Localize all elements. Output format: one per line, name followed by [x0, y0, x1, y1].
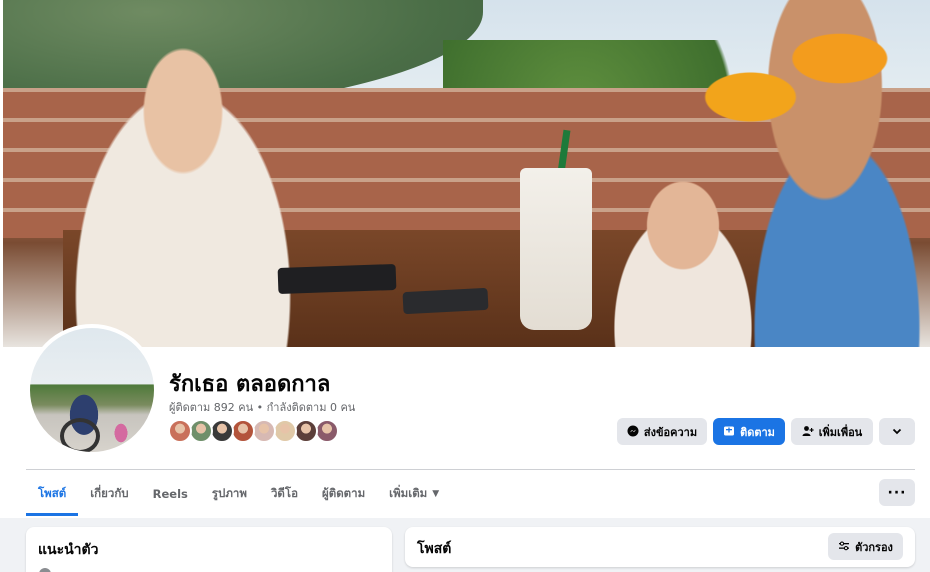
follower-avatar[interactable] — [189, 419, 213, 443]
cover-cup — [520, 168, 592, 330]
cover-sunglasses — [703, 20, 893, 130]
tabs-more-button[interactable]: ··· — [879, 479, 915, 506]
follow-label: ติดตาม — [740, 425, 775, 439]
follower-avatar[interactable] — [210, 419, 234, 443]
message-label: ส่งข้อความ — [643, 425, 698, 439]
header-divider — [26, 469, 915, 470]
filter-icon — [838, 540, 850, 554]
add-friend-label: เพิ่มเพื่อน — [818, 425, 863, 439]
profile-avatar[interactable] — [26, 324, 158, 456]
follower-count[interactable]: ผู้ติดตาม 892 คน • กำลังติดตาม 0 คน — [169, 398, 355, 416]
tab-1[interactable]: เกี่ยวกับ — [78, 472, 140, 516]
cover-phone — [402, 287, 489, 315]
intro-card: แนะนำตัว — [26, 527, 392, 572]
add-friend-icon — [802, 425, 814, 439]
tab-label: Reels — [152, 487, 188, 501]
tab-3[interactable]: รูปภาพ — [200, 472, 259, 516]
profile-more-button[interactable] — [879, 418, 915, 445]
filter-label: ตัวกรอง — [855, 540, 893, 554]
profile-header: รักเธอ ตลอดกาล ผู้ติดตาม 892 คน • กำลังต… — [0, 0, 930, 518]
chevron-down-icon — [891, 425, 903, 439]
follower-avatar[interactable] — [315, 419, 339, 443]
cover-photo[interactable] — [3, 0, 930, 347]
cover-woman — [33, 10, 333, 347]
avatar-kid — [112, 420, 130, 446]
follower-avatar[interactable] — [252, 419, 276, 443]
posts-card: โพสต์ ตัวกรอง — [405, 527, 915, 567]
profile-name: รักเธอ ตลอดกาล — [169, 372, 331, 397]
tab-label: รูปภาพ — [211, 486, 247, 500]
follower-avatar[interactable] — [168, 419, 192, 443]
message-button[interactable]: ส่งข้อความ — [617, 418, 707, 445]
add-friend-button[interactable]: เพิ่มเพื่อน — [791, 418, 873, 445]
follower-avatar[interactable] — [273, 419, 297, 443]
follower-avatar[interactable] — [231, 419, 255, 443]
intro-info-icon — [39, 568, 51, 572]
caret-down-icon: ▼ — [432, 489, 440, 499]
tab-0[interactable]: โพสต์ — [26, 472, 79, 516]
tab-label: เพิ่มเติม — [389, 486, 428, 500]
cover-phone — [277, 263, 397, 295]
follower-avatars — [168, 419, 339, 445]
avatar-bike — [60, 418, 100, 452]
tab-4[interactable]: วิดีโอ — [259, 472, 310, 516]
follow-button[interactable]: ติดตาม — [713, 418, 785, 445]
intro-title: แนะนำตัว — [38, 542, 99, 558]
tab-label: ผู้ติดตาม — [321, 486, 366, 500]
posts-title: โพสต์ — [417, 541, 452, 557]
tab-label: เกี่ยวกับ — [90, 486, 129, 500]
tab-6[interactable]: เพิ่มเติม ▼ — [377, 472, 451, 516]
messenger-icon — [627, 425, 639, 439]
profile-tabs: โพสต์ เกี่ยวกับ Reels รูปภาพ วิดีโอ ผู้ติดตาม… — [26, 472, 451, 516]
tab-label: วิดีโอ — [270, 486, 298, 500]
tab-2[interactable]: Reels — [141, 472, 200, 516]
follow-icon — [723, 425, 735, 439]
follower-avatar[interactable] — [294, 419, 318, 443]
tab-label: โพสต์ — [38, 486, 67, 500]
more-icon: ··· — [887, 484, 907, 501]
tab-5[interactable]: ผู้ติดตาม — [310, 472, 377, 516]
filter-button[interactable]: ตัวกรอง — [828, 533, 903, 560]
